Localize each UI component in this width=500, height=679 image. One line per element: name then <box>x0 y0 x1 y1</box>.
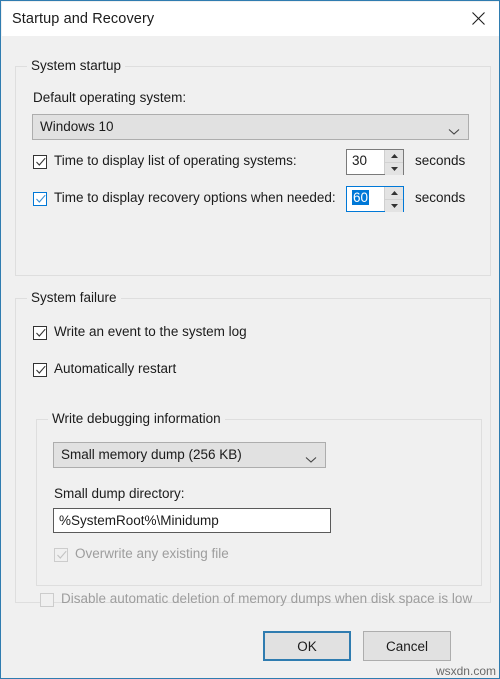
cancel-button[interactable]: Cancel <box>363 631 451 661</box>
default-os-value: Windows 10 <box>40 119 114 134</box>
timeout-os-units: seconds <box>415 153 466 168</box>
disable-auto-deletion-label: Disable automatic deletion of memory dum… <box>61 591 473 606</box>
window-title: Startup and Recovery <box>12 11 155 27</box>
timeout-os-spin-buttons <box>384 150 403 175</box>
chevron-down-icon <box>448 123 460 141</box>
timeout-os-spinbox[interactable]: 30 <box>346 149 404 175</box>
default-os-label: Default operating system: <box>33 90 187 105</box>
overwrite-existing-file-checkbox-box <box>54 548 68 562</box>
timeout-os-value: 30 <box>352 153 368 168</box>
close-icon[interactable] <box>456 2 499 35</box>
dump-type-value: Small memory dump (256 KB) <box>61 447 242 462</box>
auto-restart-checkbox-box <box>33 363 47 377</box>
disable-auto-deletion-checkbox-box <box>40 593 54 607</box>
ok-button[interactable]: OK <box>263 631 351 661</box>
dump-type-combobox[interactable]: Small memory dump (256 KB) <box>53 442 326 468</box>
spinner-down-icon[interactable] <box>385 162 403 175</box>
default-os-combobox[interactable]: Windows 10 <box>32 114 469 140</box>
write-debugging-information-group: Write debugging information Small memory… <box>36 411 482 586</box>
dump-directory-input[interactable]: %SystemRoot%\Minidump <box>53 508 331 533</box>
timeout-os-label: Time to display list of operating system… <box>54 153 297 168</box>
timeout-recovery-spin-buttons <box>384 187 403 212</box>
write-debugging-group-label: Write debugging information <box>48 411 225 426</box>
auto-restart-label: Automatically restart <box>54 361 177 376</box>
spinner-up-icon[interactable] <box>385 150 403 162</box>
chevron-down-icon <box>305 451 317 469</box>
write-event-label: Write an event to the system log <box>54 324 247 339</box>
write-event-checkbox-box <box>33 326 47 340</box>
timeout-recovery-spinbox[interactable]: 60 <box>346 186 404 212</box>
startup-and-recovery-dialog: Startup and Recovery System startup Defa… <box>0 0 500 679</box>
system-startup-group-label: System startup <box>27 58 126 73</box>
system-startup-group: System startup Default operating system:… <box>15 58 491 276</box>
timeout-recovery-checkbox-box <box>33 192 47 206</box>
timeout-recovery-label: Time to display recovery options when ne… <box>54 190 336 205</box>
timeout-os-checkbox-box <box>33 155 47 169</box>
system-failure-group-label: System failure <box>27 290 121 305</box>
overwrite-existing-file-label: Overwrite any existing file <box>75 546 229 561</box>
spinner-up-icon[interactable] <box>385 187 403 199</box>
dump-directory-label: Small dump directory: <box>54 486 185 501</box>
timeout-recovery-units: seconds <box>415 190 466 205</box>
spinner-down-icon[interactable] <box>385 199 403 212</box>
dialog-content: System startup Default operating system:… <box>2 36 499 678</box>
timeout-recovery-value: 60 <box>352 190 370 205</box>
title-bar: Startup and Recovery <box>2 2 499 37</box>
system-failure-group: System failure Write an event to the sys… <box>15 290 491 607</box>
dump-directory-value: %SystemRoot%\Minidump <box>59 513 219 528</box>
watermark: wsxdn.com <box>435 664 496 678</box>
